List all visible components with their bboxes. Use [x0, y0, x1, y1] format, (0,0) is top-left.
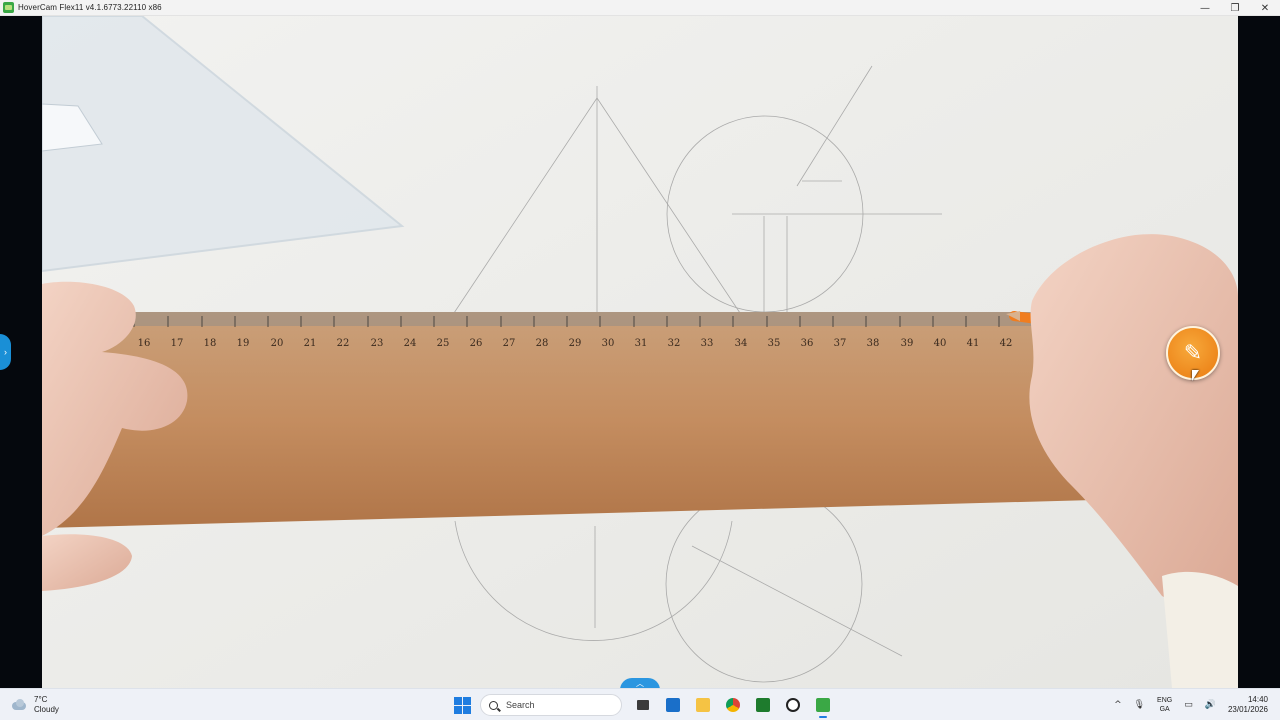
ruler-number: 33: [701, 338, 714, 349]
language-indicator[interactable]: ENG GA: [1157, 696, 1172, 714]
clock[interactable]: 14:40 23/01/2026: [1228, 695, 1268, 715]
ruler-number: 31: [635, 338, 648, 349]
ruler-number: 21: [304, 338, 317, 349]
ruler-number: 30: [602, 338, 615, 349]
ruler-number: 24: [404, 338, 417, 349]
search-icon: [489, 700, 498, 710]
search-placeholder: Search: [506, 700, 535, 710]
hovercam-taskbar-icon[interactable]: [810, 693, 836, 718]
cloud-icon: [10, 699, 28, 711]
ruler-number: 18: [204, 338, 217, 349]
window-title: HoverCam Flex11 v4.1.6773.22110 x86: [18, 3, 162, 12]
volume-icon[interactable]: 🔊: [1205, 700, 1216, 710]
minimize-button[interactable]: —: [1190, 0, 1220, 16]
ruler-number: 32: [668, 338, 681, 349]
mouse-cursor: [1192, 370, 1199, 381]
ruler-number: 23: [371, 338, 384, 349]
camera-feed[interactable]: 15 16 17 18 19 20 21 22 23 24 25 26 27 2…: [42, 16, 1238, 688]
ruler-number: 16: [138, 338, 151, 349]
ruler-number: 35: [768, 338, 781, 349]
chrome-icon[interactable]: [720, 693, 746, 717]
ruler-number: 19: [237, 338, 250, 349]
title-bar: HoverCam Flex11 v4.1.6773.22110 x86 — ❐ …: [0, 0, 1280, 16]
ruler-number: 28: [536, 338, 549, 349]
ruler-number: 26: [470, 338, 483, 349]
ruler-number: 42: [1000, 338, 1013, 349]
ruler-number: 25: [437, 338, 450, 349]
weather-temperature: 7°C: [34, 695, 48, 704]
task-view-icon[interactable]: [630, 693, 656, 717]
chatgpt-icon[interactable]: [780, 693, 806, 717]
side-panel-toggle[interactable]: ›: [0, 334, 11, 370]
clock-date: 23/01/2026: [1227, 705, 1268, 714]
weather-condition: Cloudy: [34, 705, 59, 714]
pencil-icon: ✎: [1183, 340, 1203, 365]
ruler-number: 40: [934, 338, 947, 349]
microphone-icon[interactable]: 🎙: [1134, 700, 1145, 710]
maximize-button[interactable]: ❐: [1220, 0, 1250, 16]
ruler-number: 41: [967, 338, 980, 349]
window-controls: — ❐ ✕: [1190, 0, 1280, 16]
ruler-number: 20: [271, 338, 284, 349]
taskbar-apps: Search: [452, 693, 840, 718]
system-tray: ^ 🎙 ENG GA ▭ 🔊 14:40 23/01/2026: [1102, 693, 1268, 717]
ruler-number: 39: [901, 338, 914, 349]
ruler-number: 36: [801, 338, 814, 349]
ruler-number: 37: [834, 338, 847, 349]
ruler-number: 17: [171, 338, 184, 349]
tray-overflow-chevron-icon[interactable]: ^: [1114, 700, 1122, 710]
windows-start-icon[interactable]: [452, 695, 472, 715]
camera-image: 15 16 17 18 19 20 21 22 23 24 25 26 27 2…: [42, 16, 1238, 688]
camera-viewport: 15 16 17 18 19 20 21 22 23 24 25 26 27 2…: [0, 16, 1280, 690]
clock-time: 14:40: [1247, 695, 1268, 704]
file-explorer-icon[interactable]: [690, 693, 716, 717]
network-icon[interactable]: ▭: [1184, 700, 1193, 710]
store-icon[interactable]: [660, 693, 686, 717]
ruler-number: 34: [735, 338, 748, 349]
ruler-number: 22: [337, 338, 350, 349]
weather-widget[interactable]: 7°C Cloudy: [10, 695, 59, 715]
ruler-number: 38: [867, 338, 880, 349]
taskbar: 7°C Cloudy Search ^ 🎙 ENG GA ▭ 🔊 14:40 2…: [0, 688, 1280, 720]
hovercam-app-icon: [3, 2, 14, 13]
close-button[interactable]: ✕: [1250, 0, 1280, 16]
ruler-number: 27: [503, 338, 516, 349]
ruler-number: 29: [569, 338, 582, 349]
geogebra-icon[interactable]: [750, 693, 776, 717]
taskbar-search[interactable]: Search: [480, 694, 622, 716]
